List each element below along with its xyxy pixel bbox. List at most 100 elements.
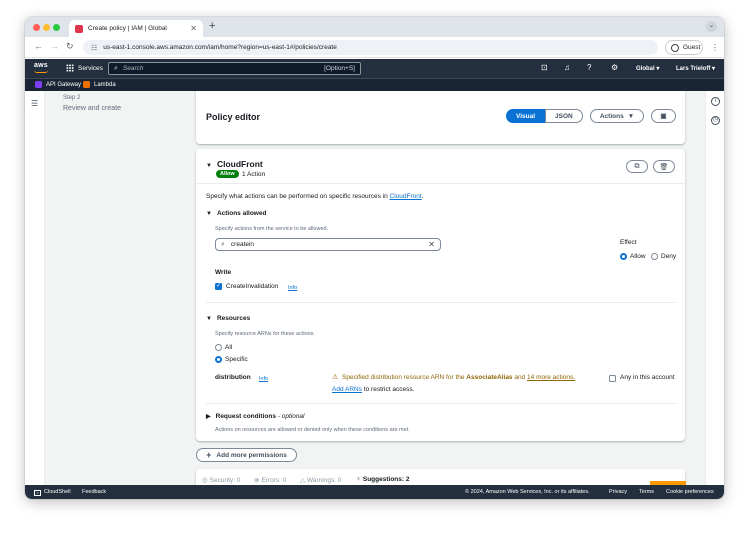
favorites-bar: API Gateway Lambda — [25, 78, 724, 91]
profile-avatar-icon — [671, 43, 679, 52]
access-level-write: Write — [215, 269, 232, 276]
action-search-value: createin — [230, 241, 255, 248]
profile-label: Guest — [683, 44, 701, 51]
resource-warning-text: Specified distribution resource ARN for … — [342, 374, 576, 381]
actions-label: Actions — [599, 112, 624, 120]
policy-editor-header: Policy editor Visual JSON Actions ▼ ▣ — [196, 91, 685, 144]
service-header[interactable]: ▼ CloudFront — [206, 159, 263, 169]
search-shortcut-hint: [Option+S] — [324, 65, 355, 72]
resources-header[interactable]: ▼ Resources — [206, 315, 250, 322]
notifications-bell-icon[interactable]: ♫ — [564, 63, 570, 72]
action-search-input[interactable]: ⌕ createin ✕ — [215, 238, 441, 251]
create-invalidation-checkbox[interactable]: ✓ — [215, 283, 222, 290]
close-tab-icon[interactable]: ✕ — [190, 24, 197, 33]
new-tab-icon[interactable]: + — [209, 20, 215, 32]
reload-icon[interactable]: ↻ — [66, 41, 74, 52]
suggestion-findings[interactable]: ♀ Suggestions: 2 — [356, 476, 409, 483]
cloudfront-link[interactable]: CloudFront — [390, 193, 422, 200]
browser-address-bar: ← → ↻ ☷ us-east-1.console.aws.amazon.com… — [25, 37, 724, 58]
json-mode-button[interactable]: JSON — [545, 109, 583, 123]
remove-button[interactable]: 🗑 — [653, 160, 675, 173]
any-in-account-checkbox[interactable] — [609, 375, 616, 382]
console-search-input[interactable]: ⌕ Search [Option+S] — [108, 62, 361, 75]
browser-window: Create policy | IAM | Global ✕ + ⌄ ← → ↻… — [25, 17, 724, 499]
url-field[interactable]: ☷ us-east-1.console.aws.amazon.com/iam/h… — [83, 40, 658, 55]
url-text: us-east-1.console.aws.amazon.com/iam/hom… — [103, 44, 337, 51]
lambda-icon — [83, 81, 90, 88]
effect-deny-label: Deny — [661, 253, 677, 260]
privacy-link[interactable]: Privacy — [609, 489, 627, 495]
request-conditions-hint: Actions on resources are allowed or deni… — [215, 427, 410, 433]
effect-deny-radio[interactable] — [651, 253, 658, 260]
shield-icon: ◎ — [202, 477, 208, 484]
api-gateway-icon — [35, 81, 42, 88]
favorite-api-gateway[interactable]: API Gateway — [35, 81, 81, 88]
editor-mode-toggle: Visual JSON — [506, 109, 583, 123]
more-actions-link[interactable]: 14 more actions. — [527, 374, 575, 381]
caret-right-icon: ▶ — [206, 414, 211, 420]
actions-allowed-header[interactable]: ▼ Actions allowed — [206, 210, 266, 217]
minimize-window-button[interactable] — [43, 24, 50, 31]
browser-tab-active[interactable]: Create policy | IAM | Global ✕ — [69, 20, 203, 37]
resource-type-name: distribution — [215, 374, 251, 381]
cloudshell-footer-button[interactable]: > CloudShell — [34, 489, 71, 496]
back-arrow-icon[interactable]: ← — [34, 41, 43, 51]
iam-favicon-icon — [75, 24, 83, 33]
resources-specific-label: Specific — [225, 356, 248, 363]
caret-down-icon: ▼ — [627, 112, 635, 120]
clear-search-icon[interactable]: ✕ — [428, 240, 435, 249]
error-findings[interactable]: ⊗ Errors: 0 — [254, 476, 286, 485]
cloudshell-icon[interactable]: ⊡ — [541, 63, 548, 72]
console-search-placeholder: Search — [122, 65, 144, 72]
fullscreen-button[interactable]: ▣ — [651, 109, 676, 123]
effect-allow-radio[interactable] — [620, 253, 627, 260]
favorite-label: Lambda — [94, 81, 116, 88]
effect-allow-label: Allow — [630, 253, 646, 260]
action-info-link[interactable]: Info — [288, 284, 297, 291]
actions-dropdown-button[interactable]: Actions ▼ — [590, 109, 644, 123]
caret-down-icon: ▼ — [206, 163, 212, 169]
feedback-link[interactable]: Feedback — [82, 489, 106, 495]
settings-gear-icon[interactable]: ⚙ — [611, 63, 618, 72]
terminal-icon: > — [34, 490, 41, 496]
request-conditions-header[interactable]: ▶ Request conditions - optional — [206, 413, 305, 420]
search-icon: ⌕ — [221, 240, 225, 248]
profile-button[interactable]: Guest — [665, 40, 703, 55]
close-window-button[interactable] — [33, 24, 40, 31]
any-in-account-label: Any in this account — [620, 374, 675, 381]
caret-down-icon: ▼ — [206, 316, 212, 322]
services-grid-icon — [66, 64, 74, 72]
help-icon[interactable]: ? — [587, 63, 591, 72]
duplicate-button[interactable]: ⧉ — [626, 160, 648, 173]
browser-tab-bar: Create policy | IAM | Global ✕ + ⌄ — [25, 17, 724, 37]
add-arns-link[interactable]: Add ARNs — [332, 386, 362, 393]
favorite-lambda[interactable]: Lambda — [83, 81, 116, 88]
resources-specific-radio[interactable] — [215, 356, 222, 363]
browser-menu-icon[interactable]: ⋮ — [711, 43, 719, 52]
add-more-permissions-button[interactable]: + Add more permissions — [196, 448, 297, 462]
site-settings-icon[interactable]: ☷ — [91, 44, 97, 52]
tools-rail: i ◷ — [705, 91, 724, 485]
terms-link[interactable]: Terms — [639, 489, 654, 495]
region-selector[interactable]: Global ▾ — [636, 65, 659, 72]
forward-arrow-icon[interactable]: → — [50, 41, 59, 51]
tab-search-chevron-icon[interactable]: ⌄ — [706, 21, 717, 32]
side-navigation-rail: ☰ — [25, 91, 45, 485]
warning-triangle-icon: △ — [300, 477, 305, 484]
account-menu[interactable]: Lars Trieloff ▾ — [676, 65, 715, 72]
aws-logo[interactable]: aws — [34, 62, 48, 69]
browser-tab-title: Create policy | IAM | Global — [88, 25, 167, 32]
warning-findings[interactable]: △ Warnings: 0 — [300, 476, 341, 485]
resources-all-radio[interactable] — [215, 344, 222, 351]
wizard-steps: Step 2 Review and create — [63, 95, 183, 112]
resource-info-link[interactable]: Info — [259, 375, 268, 382]
cookie-preferences-link[interactable]: Cookie preferences — [666, 489, 714, 495]
security-findings[interactable]: ◎ Security: 0 — [202, 476, 240, 485]
services-menu-button[interactable]: Services — [66, 64, 103, 72]
info-panel-icon[interactable]: i — [711, 97, 720, 106]
wizard-step-title[interactable]: Review and create — [63, 105, 183, 112]
history-icon[interactable]: ◷ — [711, 116, 720, 125]
hamburger-menu-icon[interactable]: ☰ — [31, 99, 38, 108]
visual-mode-button[interactable]: Visual — [506, 109, 546, 123]
zoom-window-button[interactable] — [53, 24, 60, 31]
